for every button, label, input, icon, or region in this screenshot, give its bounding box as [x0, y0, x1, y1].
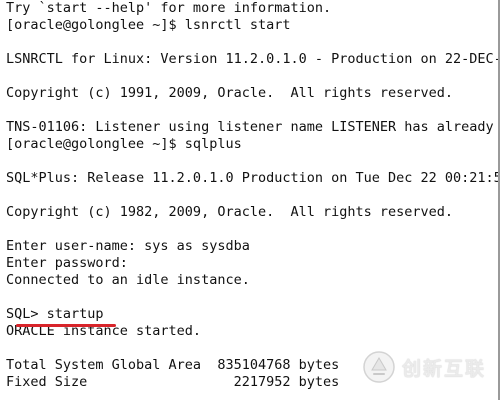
terminal-line: TNS-01106: Listener using listener name …	[6, 119, 500, 135]
terminal-output: Try `start --help' for more information.…	[6, 0, 500, 391]
terminal-window[interactable]: Try `start --help' for more information.…	[0, 0, 500, 400]
terminal-line: Copyright (c) 1991, 2009, Oracle. All ri…	[6, 85, 454, 101]
terminal-line-startup-command: SQL> startup	[6, 306, 104, 322]
watermark-logo: 创新互联	[362, 350, 486, 384]
terminal-line: Enter user-name: sys as sysdba	[6, 238, 250, 254]
terminal-line: SQL*Plus: Release 11.2.0.1.0 Production …	[6, 170, 500, 186]
terminal-line: LSNRCTL for Linux: Version 11.2.0.1.0 - …	[6, 51, 500, 67]
terminal-line: Try `start --help' for more information.	[6, 0, 332, 16]
red-underline-annotation	[16, 324, 116, 327]
terminal-line: Connected to an idle instance.	[6, 272, 250, 288]
terminal-line: [oracle@golonglee ~]$ sqlplus	[6, 136, 242, 152]
watermark-text: 创新互联	[402, 357, 487, 380]
terminal-line: Enter password:	[6, 255, 128, 271]
chuangxin-logo-icon	[363, 351, 395, 383]
terminal-line: Copyright (c) 1982, 2009, Oracle. All ri…	[6, 204, 454, 220]
terminal-line: [oracle@golonglee ~]$ lsnrctl start	[6, 17, 291, 33]
